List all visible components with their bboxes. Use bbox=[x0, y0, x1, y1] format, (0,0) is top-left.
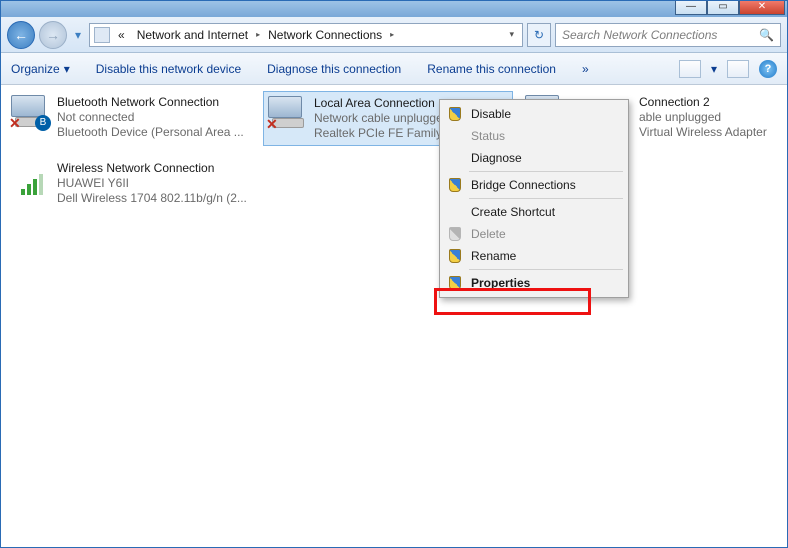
command-bar: Organize ▾ Disable this network device D… bbox=[1, 53, 787, 85]
connection-status: Network cable unplugged bbox=[314, 111, 449, 126]
preview-pane-button[interactable] bbox=[727, 60, 749, 78]
connection-title: Local Area Connection bbox=[314, 96, 449, 111]
wifi-signal-icon bbox=[21, 171, 43, 195]
help-button[interactable]: ? bbox=[759, 60, 777, 78]
view-options-button[interactable] bbox=[679, 60, 701, 78]
rename-connection-button[interactable]: Rename this connection bbox=[427, 62, 556, 76]
adapter-icon bbox=[11, 161, 51, 201]
ctx-label: Properties bbox=[471, 276, 530, 290]
forward-button: → bbox=[39, 21, 67, 49]
chevron-right-icon[interactable]: ▸ bbox=[256, 30, 260, 39]
menu-separator bbox=[469, 269, 623, 270]
disconnected-icon: ✕ bbox=[266, 118, 280, 132]
connection-status: HUAWEI Y6II bbox=[57, 176, 247, 191]
close-button[interactable]: ✕ bbox=[739, 1, 785, 15]
connection-status: Not connected bbox=[57, 110, 244, 125]
ctx-label: Disable bbox=[471, 107, 511, 121]
organize-menu[interactable]: Organize ▾ bbox=[11, 62, 70, 76]
breadcrumb-item[interactable]: Network and Internet bbox=[133, 26, 252, 44]
menu-separator bbox=[469, 198, 623, 199]
connection-status: able unplugged bbox=[639, 110, 767, 125]
ctx-delete: Delete bbox=[443, 223, 625, 245]
shield-icon bbox=[449, 249, 461, 263]
disconnected-icon: ✕ bbox=[9, 117, 23, 131]
chevron-down-icon: ▾ bbox=[64, 62, 70, 76]
disable-device-button[interactable]: Disable this network device bbox=[96, 62, 241, 76]
shield-icon bbox=[449, 276, 461, 290]
connection-device: Realtek PCIe FE Family bbox=[314, 126, 449, 141]
refresh-button[interactable]: ↻ bbox=[527, 23, 551, 47]
chevron-down-icon[interactable]: ▾ bbox=[711, 62, 717, 76]
maximize-button[interactable]: ▭ bbox=[707, 1, 739, 15]
adapter-icon: ✕ bbox=[268, 96, 308, 136]
ctx-label: Status bbox=[471, 129, 505, 143]
ctx-bridge[interactable]: Bridge Connections bbox=[443, 174, 625, 196]
connection-title: Bluetooth Network Connection bbox=[57, 95, 244, 110]
ctx-properties[interactable]: Properties bbox=[443, 272, 625, 294]
bluetooth-icon: B bbox=[35, 115, 51, 131]
ctx-diagnose[interactable]: Diagnose bbox=[443, 147, 625, 169]
organize-label: Organize bbox=[11, 62, 60, 76]
menu-separator bbox=[469, 171, 623, 172]
adapter-icon: ✕ B bbox=[11, 95, 51, 135]
search-input[interactable]: Search Network Connections 🔍 bbox=[555, 23, 781, 47]
minimize-button[interactable]: — bbox=[675, 1, 707, 15]
context-menu: Disable Status Diagnose Bridge Connectio… bbox=[439, 99, 629, 298]
diagnose-connection-button[interactable]: Diagnose this connection bbox=[267, 62, 401, 76]
content-area: ✕ B Bluetooth Network Connection Not con… bbox=[1, 85, 787, 547]
connection-item-bluetooth[interactable]: ✕ B Bluetooth Network Connection Not con… bbox=[7, 91, 257, 144]
ctx-disable[interactable]: Disable bbox=[443, 103, 625, 125]
breadcrumb-item[interactable]: Network Connections bbox=[264, 26, 386, 44]
connection-device: Bluetooth Device (Personal Area ... bbox=[57, 125, 244, 140]
ctx-label: Bridge Connections bbox=[471, 178, 576, 192]
location-icon bbox=[94, 27, 110, 43]
ctx-label: Diagnose bbox=[471, 151, 522, 165]
connection-device: Virtual Wireless Adapter bbox=[639, 125, 767, 140]
ctx-status: Status bbox=[443, 125, 625, 147]
connection-title: Connection 2 bbox=[639, 95, 767, 110]
connection-item-wifi[interactable]: Wireless Network Connection HUAWEI Y6II … bbox=[7, 157, 257, 210]
ctx-label: Create Shortcut bbox=[471, 205, 555, 219]
history-dropdown[interactable]: ▾ bbox=[71, 21, 85, 49]
search-placeholder: Search Network Connections bbox=[562, 28, 717, 42]
ctx-rename[interactable]: Rename bbox=[443, 245, 625, 267]
shield-icon bbox=[449, 227, 461, 241]
shield-icon bbox=[449, 107, 461, 121]
ctx-label: Rename bbox=[471, 249, 516, 263]
shield-icon bbox=[449, 178, 461, 192]
address-dropdown[interactable]: ▾ bbox=[505, 29, 518, 40]
connection-title: Wireless Network Connection bbox=[57, 161, 247, 176]
ctx-create-shortcut[interactable]: Create Shortcut bbox=[443, 201, 625, 223]
address-bar[interactable]: « Network and Internet ▸ Network Connect… bbox=[89, 23, 523, 47]
toolbar-overflow[interactable]: » bbox=[582, 62, 589, 76]
ctx-label: Delete bbox=[471, 227, 506, 241]
nav-bar: ← → ▾ « Network and Internet ▸ Network C… bbox=[1, 17, 787, 53]
back-button[interactable]: ← bbox=[7, 21, 35, 49]
window-titlebar: — ▭ ✕ bbox=[1, 1, 787, 17]
breadcrumb-root[interactable]: « bbox=[114, 26, 129, 44]
connection-device: Dell Wireless 1704 802.11b/g/n (2... bbox=[57, 191, 247, 206]
chevron-right-icon[interactable]: ▸ bbox=[390, 30, 394, 39]
search-icon: 🔍 bbox=[759, 28, 774, 42]
